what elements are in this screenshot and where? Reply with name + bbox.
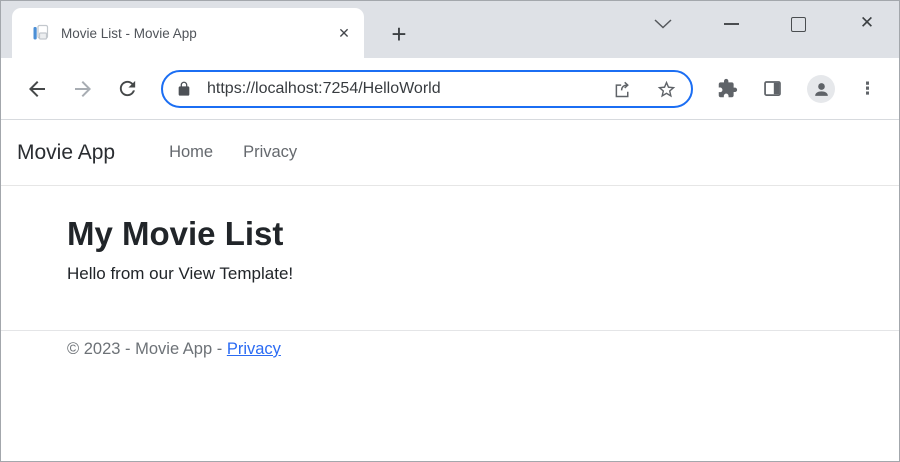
tab-search-chevron-icon[interactable]	[654, 19, 672, 29]
tab-close-icon[interactable]: ✕	[334, 25, 354, 42]
url-text: https://localhost:7254/HelloWorld	[207, 80, 441, 97]
window-maximize-button[interactable]	[791, 17, 806, 32]
site-footer: © 2023 - Movie App - Privacy	[1, 330, 899, 359]
tab-title: Movie List - Movie App	[61, 25, 197, 41]
page-title: My Movie List	[67, 215, 284, 252]
window-close-button[interactable]: ✕	[856, 13, 878, 33]
page-viewport: Movie App Home Privacy My Movie List Hel…	[1, 120, 899, 461]
browser-titlebar: Movie List - Movie App ✕ + ✕	[1, 1, 899, 58]
lock-icon[interactable]	[176, 81, 192, 97]
share-icon[interactable]	[612, 79, 633, 100]
main-content: My Movie List Hello from our View Templa…	[1, 186, 899, 284]
reload-button-icon[interactable]	[116, 77, 139, 100]
new-tab-button[interactable]: +	[387, 21, 411, 47]
site-navbar: Movie App Home Privacy	[1, 120, 899, 186]
extensions-puzzle-icon[interactable]	[717, 78, 738, 99]
forward-button-icon[interactable]	[71, 77, 95, 101]
bookmark-star-icon[interactable]	[656, 79, 677, 100]
footer-text: © 2023 - Movie App -	[67, 340, 227, 358]
nav-link-privacy[interactable]: Privacy	[243, 143, 297, 162]
tab-favicon-icon	[33, 24, 49, 40]
navbar-brand[interactable]: Movie App	[17, 141, 115, 165]
side-panel-icon[interactable]	[762, 78, 783, 99]
page-paragraph: Hello from our View Template!	[67, 264, 294, 283]
browser-toolbar: https://localhost:7254/HelloWorld ⋮	[1, 58, 899, 120]
back-button-icon[interactable]	[25, 77, 49, 101]
omnibox-actions	[612, 79, 677, 100]
footer-privacy-link[interactable]: Privacy	[227, 340, 281, 358]
window-minimize-button[interactable]	[724, 23, 739, 25]
address-bar[interactable]: https://localhost:7254/HelloWorld	[161, 70, 693, 108]
person-icon	[814, 82, 828, 96]
browser-window: Movie List - Movie App ✕ + ✕ https://loc…	[0, 0, 900, 462]
profile-avatar[interactable]	[807, 75, 835, 103]
browser-menu-icon[interactable]: ⋮	[859, 78, 876, 100]
nav-link-home[interactable]: Home	[169, 143, 213, 162]
browser-tab[interactable]: Movie List - Movie App ✕	[12, 8, 364, 58]
